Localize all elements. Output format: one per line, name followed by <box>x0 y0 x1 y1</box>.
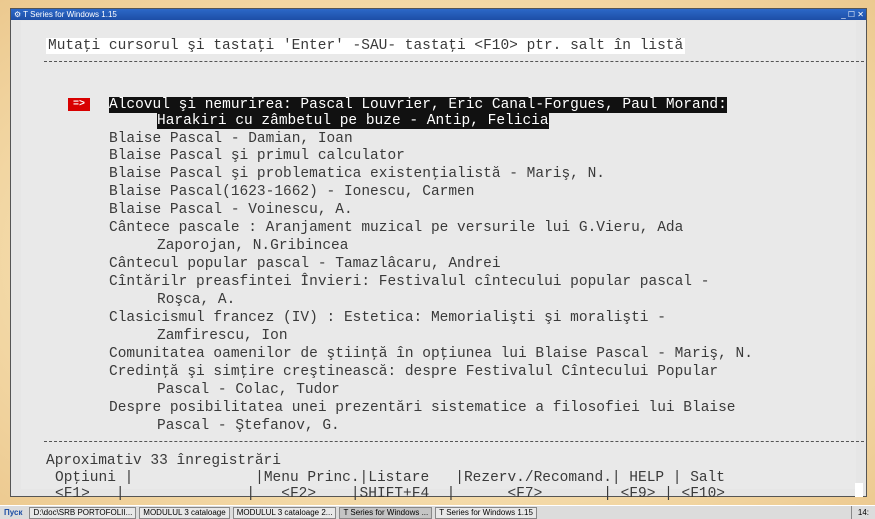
divider-top <box>44 61 864 62</box>
taskbar: Пуск D:\doc\SRB PORTOFOLII... MODULUL 3 … <box>0 505 875 519</box>
taskbar-item-doc[interactable]: MODULUL 3 cataloage <box>139 506 230 519</box>
taskbar-item-tseries[interactable]: T Series for Windows ... <box>339 506 433 519</box>
list-item[interactable]: Cântecul popular pascal - Tamazlâcaru, A… <box>109 256 501 272</box>
list-item-selected[interactable]: Alcovul şi nemurirea: Pascal Louvrier, E… <box>109 97 727 113</box>
list-item[interactable]: Comunitatea oamenilor de ştiinţă în opţi… <box>109 346 753 362</box>
instruction-prompt: Mutaţi cursorul şi tastaţi 'Enter' -SAU-… <box>46 38 686 54</box>
start-button[interactable]: Пуск <box>0 506 26 519</box>
list-item[interactable]: Blaise Pascal - Voinescu, A. <box>109 202 353 218</box>
text-cursor <box>855 483 863 497</box>
function-key-labels[interactable]: Opţiuni | |Menu Princ.|Listare |Rezerv./… <box>55 470 725 486</box>
list-item[interactable]: Credinţă şi simţire creştinească: despre… <box>109 364 718 380</box>
terminal-screen: Mutaţi cursorul şi tastaţi 'Enter' -SAU-… <box>21 21 864 502</box>
function-key-shortcuts[interactable]: <F1> | | <F2> |SHIFT+F4 | <F7> | <F9> | … <box>55 486 725 502</box>
selection-marker: => <box>68 98 90 111</box>
list-item[interactable]: Cântece pascale : Aranjament muzical pe … <box>109 220 683 236</box>
app-window: ⚙ T Series for Windows 1.15 _ ☐ ✕ Mutaţi… <box>10 8 867 502</box>
taskbar-item-tseries[interactable]: T Series for Windows 1.15 <box>435 506 537 519</box>
list-item[interactable]: Despre posibilitatea unei prezentări sis… <box>109 400 736 416</box>
list-item[interactable]: Clasicismul francez (IV) : Estetica: Mem… <box>109 310 666 326</box>
app-icon: ⚙ <box>14 10 22 19</box>
window-controls[interactable]: _ ☐ ✕ <box>841 9 864 20</box>
list-item-cont[interactable]: Pascal - Ştefanov, G. <box>157 418 340 434</box>
taskbar-item-doc[interactable]: MODULUL 3 cataloage 2... <box>232 506 337 519</box>
list-item[interactable]: Blaise Pascal(1623-1662) - Ionescu, Carm… <box>109 184 474 200</box>
list-item-cont[interactable]: Zaporojan, N.Gribincea <box>157 238 348 254</box>
list-item[interactable]: Cîntărilr preasfintei Învieri: Festivalu… <box>109 274 709 290</box>
list-item-cont[interactable]: Roşca, A. <box>157 292 235 308</box>
divider-bottom <box>44 441 864 442</box>
list-item[interactable]: Blaise Pascal şi primul calculator <box>109 148 405 164</box>
title-bar: ⚙ T Series for Windows 1.15 _ ☐ ✕ <box>11 9 866 20</box>
taskbar-item-folder[interactable]: D:\doc\SRB PORTOFOLII... <box>29 506 137 519</box>
window-title: T Series for Windows 1.15 <box>23 10 117 19</box>
list-item-selected-cont[interactable]: Harakiri cu zâmbetul pe buze - Antip, Fe… <box>157 113 549 129</box>
list-item[interactable]: Blaise Pascal şi problematica existenţia… <box>109 166 605 182</box>
list-item[interactable]: Blaise Pascal - Damian, Ioan <box>109 131 353 147</box>
list-item-cont[interactable]: Pascal - Colac, Tudor <box>157 382 340 398</box>
record-count-status: Aproximativ 33 înregistrări <box>46 453 281 469</box>
system-clock: 14: <box>850 506 875 519</box>
list-item-cont[interactable]: Zamfirescu, Ion <box>157 328 288 344</box>
